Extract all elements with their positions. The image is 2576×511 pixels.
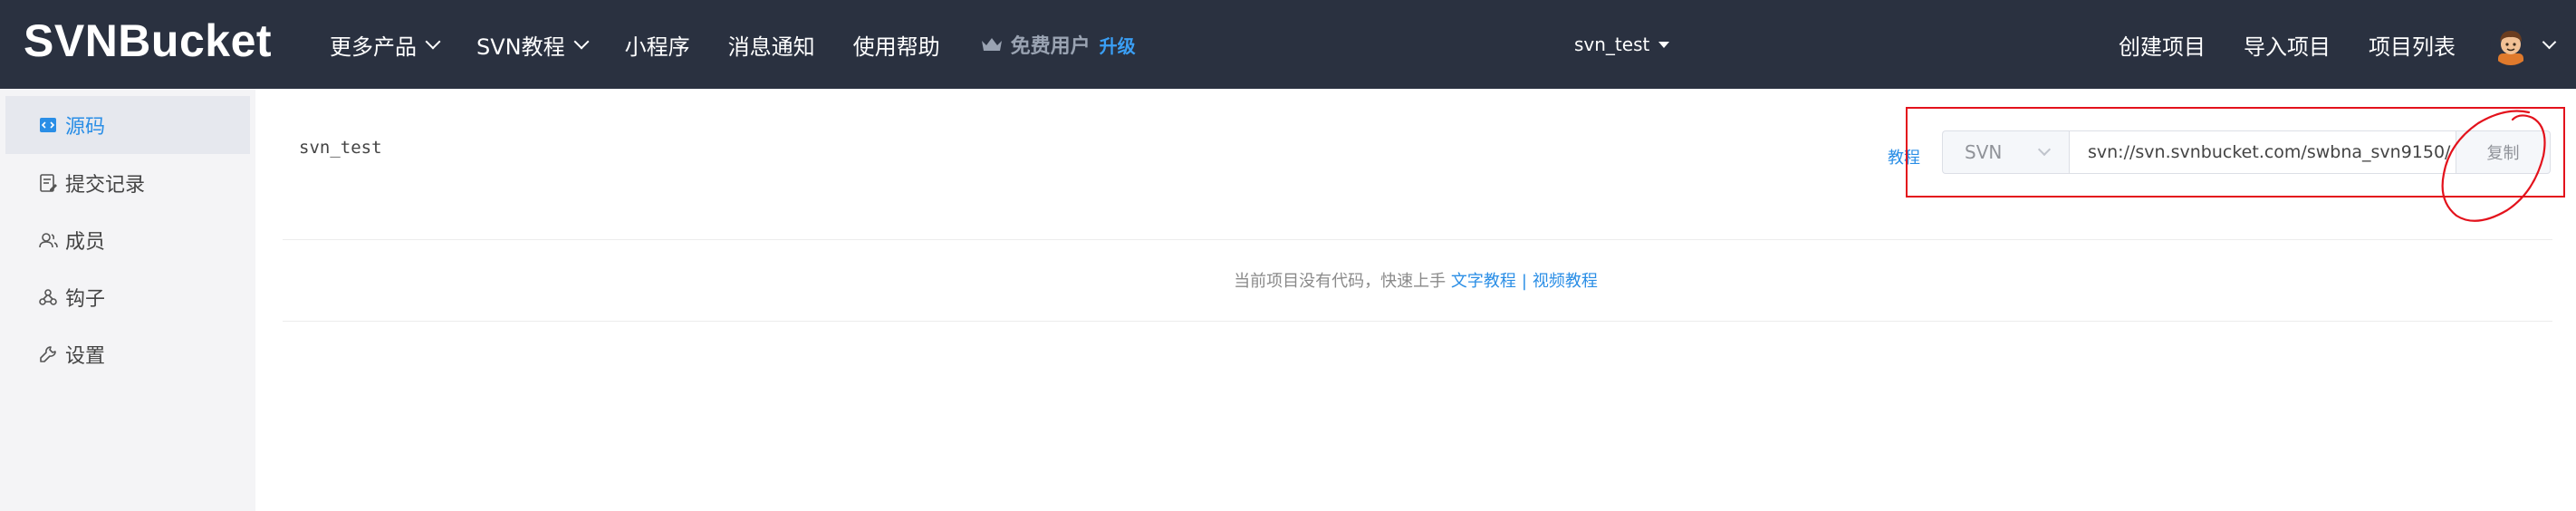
- project-selector-label: svn_test: [1574, 34, 1650, 55]
- nav-svn-tutorial[interactable]: SVN教程: [476, 29, 590, 61]
- right-nav: 创建项目 导入项目 项目列表: [2119, 0, 2576, 89]
- main-content: svn_test 教程 SVN svn://svn.svnbucket.com/…: [255, 89, 2576, 511]
- sidebar-item-commits[interactable]: 提交记录: [5, 154, 250, 212]
- video-tutorial-link[interactable]: 视频教程: [1533, 272, 1598, 291]
- sidebar: 源码 提交记录 成员 钩子 设置: [0, 89, 255, 511]
- project-list-link[interactable]: 项目列表: [2369, 29, 2456, 61]
- sidebar-item-label: 成员: [65, 231, 106, 254]
- nav-more-products-label: 更多产品: [330, 34, 417, 60]
- sidebar-item-settings[interactable]: 设置: [5, 325, 250, 383]
- project-selector[interactable]: svn_test: [1574, 0, 1670, 89]
- vcs-type-value: SVN: [1965, 141, 2003, 163]
- nav-help[interactable]: 使用帮助: [853, 29, 940, 61]
- divider: [283, 239, 2552, 240]
- nav-svn-tutorial-label: SVN教程: [476, 34, 565, 60]
- vcs-type-select[interactable]: SVN: [1942, 130, 2069, 174]
- chevron-down-icon[interactable]: [2542, 34, 2557, 49]
- sidebar-item-source[interactable]: 源码: [5, 96, 250, 154]
- chevron-down-icon: [2037, 142, 2052, 157]
- members-icon: [39, 233, 58, 248]
- chevron-down-icon: [573, 34, 590, 50]
- upgrade-link[interactable]: 升级: [1100, 32, 1136, 58]
- text-tutorial-link[interactable]: 文字教程: [1451, 272, 1516, 291]
- divider: [283, 321, 2552, 322]
- free-user-label: 免费用户: [1010, 35, 1091, 58]
- empty-state-text: 当前项目没有代码，快速上手: [1234, 272, 1447, 291]
- main-nav: 更多产品 SVN教程 小程序 消息通知 使用帮助 免费用户 升级: [330, 0, 1136, 89]
- avatar[interactable]: [2490, 24, 2532, 65]
- crown-icon: [981, 38, 1002, 51]
- caret-down-icon: [1658, 41, 1670, 48]
- settings-icon: [40, 346, 56, 362]
- sidebar-item-label: 钩子: [65, 288, 106, 311]
- import-project-link[interactable]: 导入项目: [2244, 29, 2331, 61]
- commit-log-icon: [40, 174, 57, 192]
- nav-notifications[interactable]: 消息通知: [728, 29, 815, 61]
- sidebar-item-members[interactable]: 成员: [5, 211, 250, 269]
- code-icon: [40, 118, 56, 132]
- sidebar-item-label: 设置: [65, 345, 106, 368]
- sidebar-item-label: 源码: [65, 116, 106, 139]
- repo-url-field[interactable]: svn://svn.svnbucket.com/swbna_svn9150/: [2069, 130, 2456, 174]
- copy-button[interactable]: 复制: [2456, 130, 2551, 174]
- link-separator: |: [1521, 272, 1527, 291]
- free-user-badge: 免费用户 升级: [980, 30, 1136, 59]
- create-project-link[interactable]: 创建项目: [2119, 29, 2206, 61]
- sidebar-item-hooks[interactable]: 钩子: [5, 268, 250, 326]
- repo-name: svn_test: [299, 138, 382, 158]
- nav-mini-program[interactable]: 小程序: [625, 29, 690, 61]
- nav-more-products[interactable]: 更多产品: [330, 29, 441, 61]
- top-navbar: SVNBucket 更多产品 SVN教程 小程序 消息通知 使用帮助 免费用户 …: [0, 0, 2576, 89]
- chevron-down-icon: [425, 34, 441, 50]
- logo[interactable]: SVNBucket: [24, 14, 272, 67]
- tutorial-link[interactable]: 教程: [1888, 145, 1920, 169]
- sidebar-item-label: 提交记录: [65, 174, 146, 197]
- webhook-icon: [39, 289, 57, 305]
- empty-state-message: 当前项目没有代码，快速上手 文字教程 | 视频教程: [255, 268, 2576, 292]
